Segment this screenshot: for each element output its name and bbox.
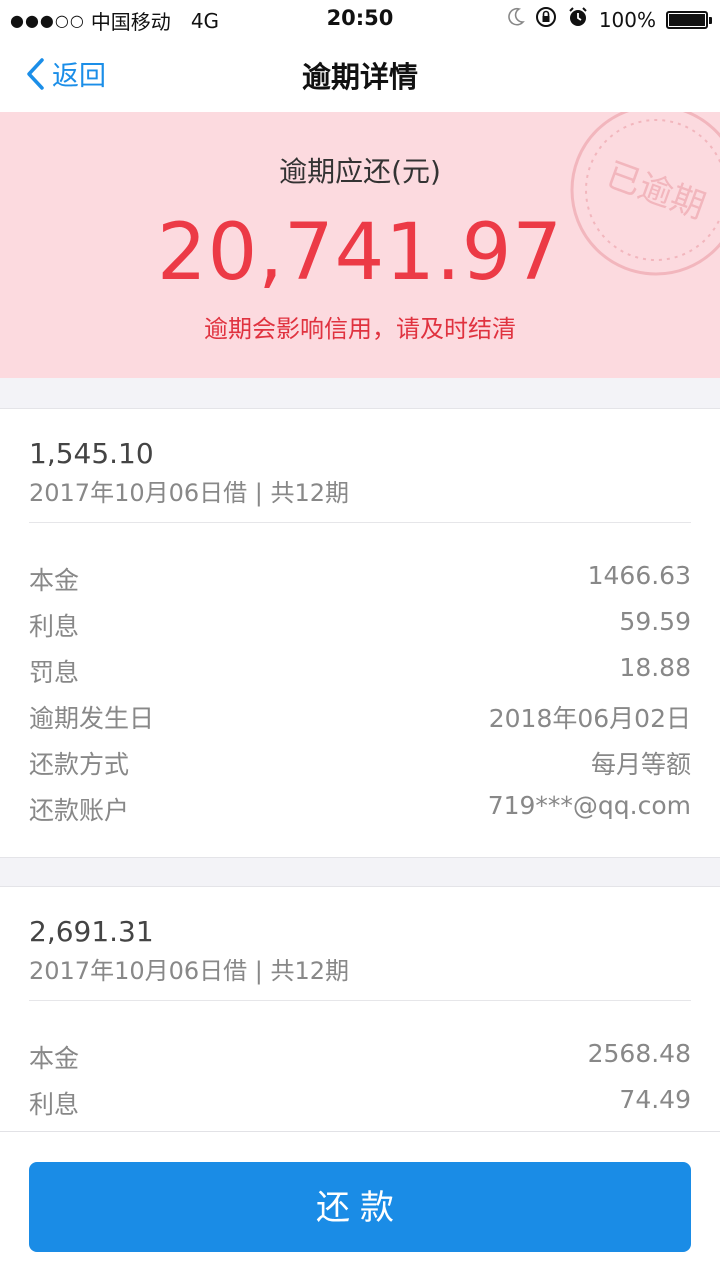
detail-key: 利息 xyxy=(29,612,80,641)
page-title: 逾期详情 xyxy=(301,60,418,94)
detail-key: 还款账户 xyxy=(29,796,130,825)
detail-row: 罚息 18.88 xyxy=(29,653,691,693)
detail-key: 本金 xyxy=(29,566,80,595)
detail-key: 罚息 xyxy=(29,658,80,687)
detail-row: 本金 1466.63 xyxy=(29,561,691,601)
detail-value: 每月等额 xyxy=(590,750,691,779)
detail-row: 还款方式 每月等额 xyxy=(29,745,691,785)
loan-card: 1,545.10 2017年10月06日借 | 共12期 本金 1466.63 … xyxy=(0,408,720,858)
detail-value: 2568.48 xyxy=(587,1039,691,1068)
moon-icon xyxy=(507,7,525,32)
battery-fill xyxy=(669,13,705,26)
loan-amount: 2,691.31 xyxy=(29,915,154,948)
detail-key: 还款方式 xyxy=(29,750,130,779)
detail-key: 本金 xyxy=(29,1044,80,1073)
detail-value: 1466.63 xyxy=(587,561,691,590)
detail-key: 利息 xyxy=(29,1090,80,1119)
alarm-icon xyxy=(567,6,589,33)
battery-percent: 100% xyxy=(598,7,656,32)
rotation-lock-icon xyxy=(535,6,557,33)
detail-value: 719***@qq.com xyxy=(487,791,691,820)
detail-value: 59.59 xyxy=(619,607,691,636)
overdue-banner: 已逾期 逾期应还(元) 20,741.97 逾期会影响信用，请及时结清 xyxy=(0,112,720,378)
detail-row: 逾期发生日 2018年06月02日 xyxy=(29,699,691,739)
detail-value: 2018年06月02日 xyxy=(488,704,691,733)
repay-button[interactable]: 还款 xyxy=(29,1162,691,1252)
status-bar: ●●●○○ 中国移动 4G 20:50 100% xyxy=(0,0,720,36)
loan-subtitle: 2017年10月06日借 | 共12期 xyxy=(29,957,350,985)
detail-row: 还款账户 719***@qq.com xyxy=(29,791,691,831)
detail-key: 逾期发生日 xyxy=(29,704,155,733)
detail-value: 18.88 xyxy=(619,653,691,682)
battery-icon xyxy=(666,10,712,29)
navigation-bar: 返回 逾期详情 xyxy=(0,36,720,112)
overdue-amount-label: 逾期应还(元) xyxy=(279,155,441,188)
overdue-warning: 逾期会影响信用，请及时结清 xyxy=(204,315,516,343)
divider xyxy=(29,1000,691,1001)
loan-card: 2,691.31 2017年10月06日借 | 共12期 本金 2568.48 … xyxy=(0,886,720,1148)
loan-subtitle: 2017年10月06日借 | 共12期 xyxy=(29,479,350,507)
status-right: 100% xyxy=(507,6,712,33)
footer-bar: 还款 xyxy=(0,1131,720,1281)
overdue-amount: 20,741.97 xyxy=(157,208,563,298)
detail-row: 本金 2568.48 xyxy=(29,1039,691,1079)
detail-value: 74.49 xyxy=(619,1085,691,1114)
detail-row: 利息 59.59 xyxy=(29,607,691,647)
detail-row: 利息 74.49 xyxy=(29,1085,691,1125)
loan-amount: 1,545.10 xyxy=(29,437,154,470)
divider xyxy=(29,522,691,523)
